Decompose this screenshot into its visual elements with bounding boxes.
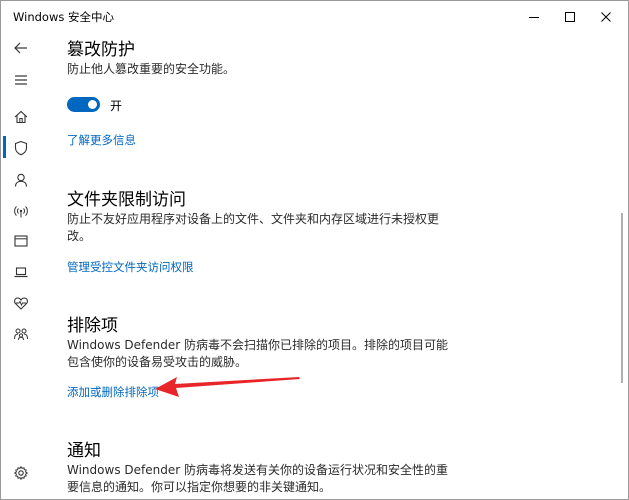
notifications-title: 通知 — [67, 441, 101, 461]
wifi-signal-icon — [14, 206, 28, 218]
family-icon — [14, 328, 28, 341]
toggle-knob — [88, 100, 97, 109]
maximize-icon — [565, 12, 575, 22]
home-icon — [14, 110, 28, 124]
person-icon — [14, 173, 28, 187]
close-icon — [601, 12, 611, 22]
menu-button[interactable] — [1, 65, 41, 95]
shield-icon — [14, 140, 28, 156]
scrollbar-thumb[interactable] — [621, 213, 623, 383]
laptop-icon — [14, 267, 28, 278]
heart-health-icon — [14, 297, 28, 310]
nav-item-device-security[interactable] — [1, 257, 41, 287]
nav-item-account[interactable] — [1, 165, 41, 195]
window-title: Windows 安全中心 — [13, 10, 114, 24]
controlled-folder-title: 文件夹限制访问 — [67, 190, 186, 210]
minimize-button[interactable] — [517, 1, 551, 33]
tamper-protection-description: 防止他人篡改重要的安全功能。 — [67, 62, 236, 76]
tamper-protection-toggle-label: 开 — [110, 99, 123, 113]
notifications-description: Windows Defender 防病毒将发送有关你的设备运行状况和安全性的重要… — [67, 463, 448, 494]
hamburger-menu-icon — [15, 75, 27, 85]
app-browser-icon — [14, 235, 28, 247]
nav-item-virus-protection[interactable] — [1, 133, 41, 163]
gear-icon — [13, 465, 29, 481]
tamper-protection-title: 篡改防护 — [67, 40, 135, 60]
maximize-button[interactable] — [553, 1, 587, 33]
nav-item-app-browser[interactable] — [1, 226, 41, 256]
close-button[interactable] — [589, 1, 623, 33]
nav-rail — [1, 33, 41, 499]
manage-controlled-folder-link[interactable]: 管理受控文件夹访问权限 — [67, 259, 194, 275]
learn-more-link[interactable]: 了解更多信息 — [67, 132, 136, 148]
exclusions-description: Windows Defender 防病毒不会扫描你已排除的项目。排除的项目可能包… — [67, 338, 448, 369]
back-arrow-icon — [14, 42, 27, 54]
title-bar: Windows 安全中心 — [1, 1, 628, 33]
nav-item-firewall[interactable] — [1, 196, 41, 226]
nav-item-home[interactable] — [1, 102, 41, 132]
controlled-folder-description: 防止不友好应用程序对设备上的文件、文件夹和内存区域进行未授权更改。 — [67, 212, 440, 243]
minimize-icon — [529, 17, 539, 18]
nav-item-settings[interactable] — [1, 458, 41, 488]
red-arrow-annotation — [155, 377, 300, 397]
tamper-protection-toggle[interactable] — [67, 97, 100, 112]
nav-item-device-health[interactable] — [1, 288, 41, 318]
add-remove-exclusions-link[interactable]: 添加或删除排除项 — [67, 384, 159, 400]
app-window: Windows 安全中心 篡改防护 防止他人篡改重要的安全功能。 开 了解更多信… — [0, 0, 629, 500]
nav-item-family[interactable] — [1, 319, 41, 349]
back-button[interactable] — [1, 33, 41, 63]
exclusions-title: 排除项 — [67, 316, 118, 336]
